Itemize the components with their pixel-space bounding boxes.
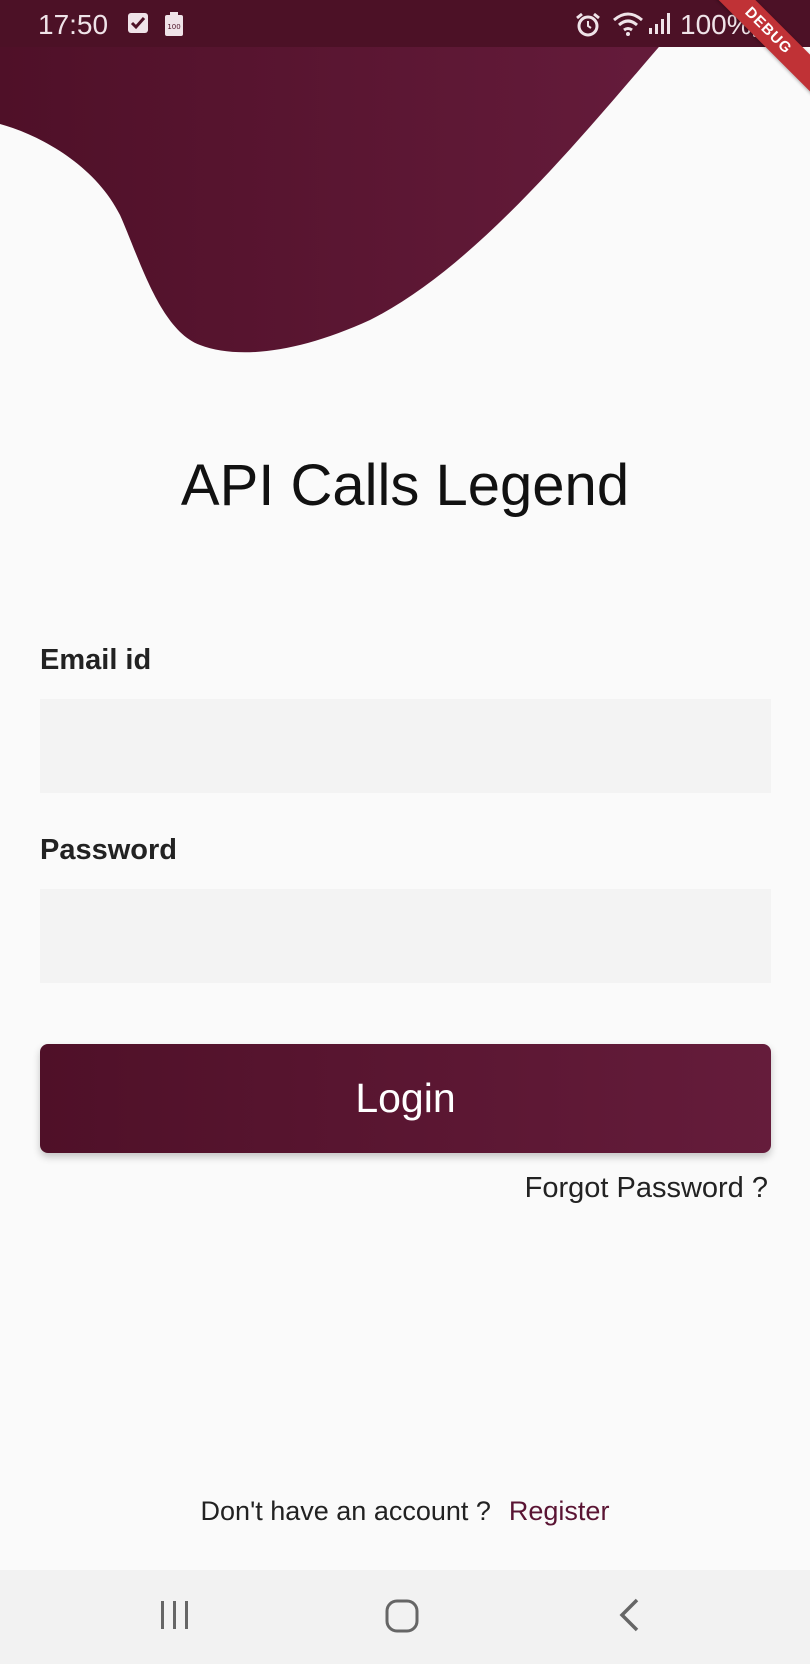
signup-prompt: Don't have an account ? Register — [0, 1496, 810, 1527]
svg-text:100: 100 — [167, 23, 180, 31]
password-field[interactable] — [40, 889, 771, 983]
status-time: 17:50 — [38, 9, 109, 40]
forgot-password-link[interactable]: Forgot Password ? — [525, 1172, 768, 1205]
wifi-icon — [613, 12, 643, 36]
checkbox-icon — [128, 13, 148, 33]
signal-icon — [649, 13, 670, 34]
system-nav-bar — [0, 1570, 810, 1664]
home-icon[interactable] — [383, 1597, 421, 1635]
page-title: API Calls Legend — [180, 453, 630, 518]
header-wave-shape — [0, 0, 700, 353]
register-link[interactable]: Register — [509, 1496, 610, 1526]
status-bar: 17:50 100 100% — [0, 0, 810, 47]
battery-saver-icon: 100 — [165, 12, 183, 36]
email-field[interactable] — [40, 699, 771, 793]
alarm-icon — [576, 12, 600, 37]
login-button[interactable]: Login — [40, 1044, 771, 1153]
password-label: Password — [40, 834, 177, 866]
no-account-text: Don't have an account ? — [200, 1496, 491, 1526]
back-icon[interactable] — [615, 1597, 643, 1633]
email-label: Email id — [40, 644, 152, 676]
recent-apps-icon[interactable] — [158, 1597, 192, 1633]
